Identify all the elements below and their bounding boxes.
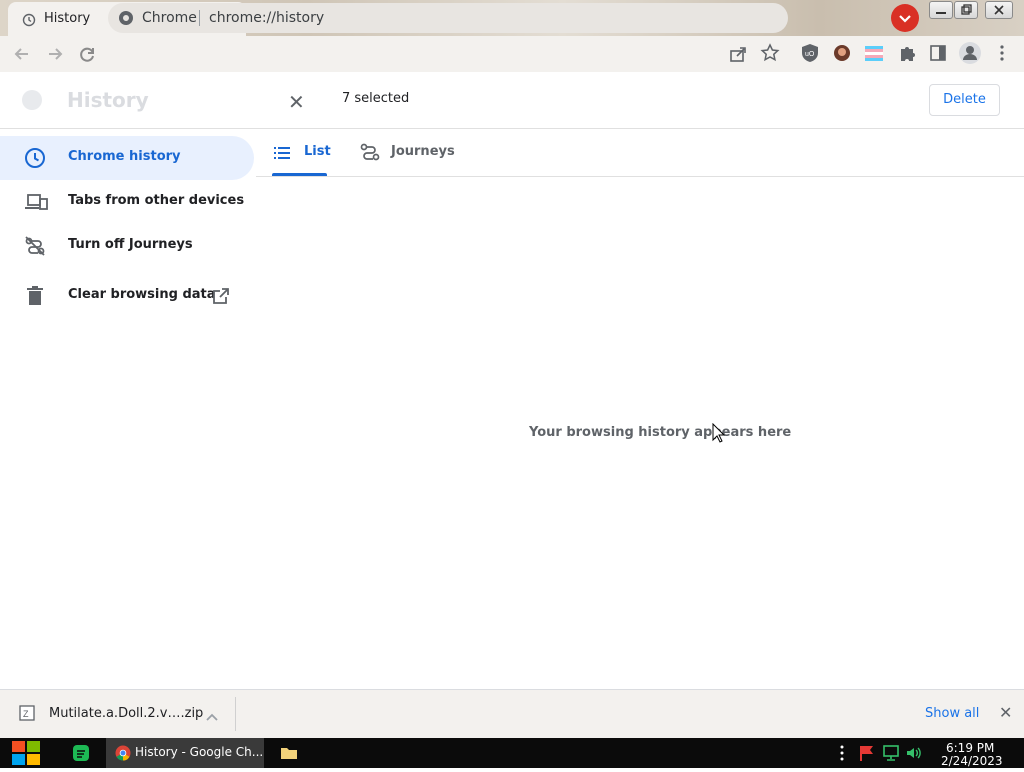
zip-file-icon: Z bbox=[18, 704, 36, 726]
chevron-down-icon bbox=[899, 15, 911, 23]
history-logo bbox=[22, 90, 42, 110]
sidebar-item-clear-browsing-data[interactable]: Clear browsing data bbox=[0, 274, 254, 318]
chrome-task-label: History - Google Ch... bbox=[135, 745, 264, 759]
window-close-button[interactable] bbox=[985, 1, 1013, 19]
profile-extension-icon[interactable] bbox=[833, 44, 851, 66]
sidebar-item-tabs-other-devices[interactable]: Tabs from other devices bbox=[0, 180, 254, 224]
history-page-header bbox=[0, 72, 1024, 129]
chrome-icon bbox=[115, 745, 131, 765]
journeys-off-icon bbox=[24, 235, 46, 261]
side-panel-icon[interactable] bbox=[929, 44, 947, 66]
extensions-puzzle-icon[interactable] bbox=[897, 43, 917, 67]
tab-label: Journeys bbox=[391, 144, 455, 159]
page-title: History bbox=[67, 88, 149, 112]
spotify-task-icon[interactable] bbox=[72, 744, 90, 766]
more-menu-icon[interactable] bbox=[995, 44, 1009, 66]
svg-text:Z: Z bbox=[23, 709, 29, 719]
clear-selection-icon[interactable]: ✕ bbox=[288, 90, 305, 114]
tab-title: History bbox=[44, 11, 91, 26]
action-center-flag-icon[interactable] bbox=[858, 744, 876, 766]
journeys-icon bbox=[360, 143, 380, 165]
mouse-cursor-icon bbox=[712, 422, 726, 447]
chevron-up-icon[interactable] bbox=[205, 708, 219, 727]
download-divider bbox=[235, 697, 236, 731]
file-explorer-icon[interactable] bbox=[280, 745, 298, 765]
reload-icon[interactable] bbox=[77, 44, 97, 68]
ublock-extension-icon[interactable]: uO bbox=[801, 43, 819, 67]
sidebar-item-label: Tabs from other devices bbox=[68, 193, 245, 208]
tab-search-button[interactable] bbox=[891, 4, 919, 32]
sidebar-item-label: Turn off Journeys bbox=[68, 237, 193, 252]
tab-journeys[interactable]: Journeys bbox=[360, 136, 460, 176]
sidebar-item-turn-off-journeys[interactable]: Turn off Journeys bbox=[0, 224, 254, 268]
clock-date[interactable]: 2/24/2023 bbox=[941, 754, 1003, 768]
tab-list[interactable]: List bbox=[272, 136, 331, 176]
profile-avatar-icon[interactable] bbox=[958, 41, 982, 69]
omnibox-url[interactable]: chrome://history bbox=[209, 10, 324, 26]
tab-divider bbox=[256, 176, 1024, 177]
volume-icon[interactable] bbox=[905, 744, 923, 766]
minimize-button[interactable] bbox=[929, 1, 953, 19]
trash-icon bbox=[24, 285, 46, 311]
flag-extension-icon[interactable] bbox=[864, 44, 884, 66]
list-icon bbox=[274, 145, 292, 164]
address-bar[interactable]: Chrome chrome://history bbox=[108, 3, 788, 33]
windows-start-icon[interactable] bbox=[10, 738, 44, 772]
share-icon[interactable] bbox=[728, 44, 748, 68]
bookmark-star-icon[interactable] bbox=[760, 43, 780, 67]
tray-overflow-icon[interactable] bbox=[838, 745, 846, 765]
forward-icon[interactable] bbox=[45, 44, 65, 68]
sidebar-item-label: Chrome history bbox=[68, 149, 181, 164]
close-download-bar-icon[interactable]: ✕ bbox=[999, 703, 1012, 722]
sidebar-item-label: Clear browsing data bbox=[68, 287, 216, 302]
tab-label: List bbox=[304, 144, 331, 159]
history-tab-icon bbox=[22, 12, 36, 31]
clock-time[interactable]: 6:19 PM bbox=[946, 741, 994, 755]
svg-text:uO: uO bbox=[805, 51, 815, 58]
chrome-site-icon bbox=[118, 10, 134, 30]
network-icon[interactable] bbox=[882, 744, 900, 766]
chrome-taskbar-button[interactable]: History - Google Ch... bbox=[106, 738, 264, 768]
clock-icon bbox=[24, 147, 46, 173]
delete-button[interactable]: Delete bbox=[929, 84, 1000, 116]
back-icon[interactable] bbox=[12, 44, 32, 68]
omnibox-divider bbox=[199, 10, 200, 26]
omnibox-site-label: Chrome bbox=[142, 10, 197, 26]
open-in-new-icon bbox=[212, 287, 230, 309]
selected-count: 7 selected bbox=[342, 91, 410, 106]
devices-icon bbox=[24, 191, 48, 217]
sidebar-item-chrome-history[interactable]: Chrome history bbox=[0, 136, 254, 180]
download-file-name[interactable]: Mutilate.a.Doll.2.v….zip bbox=[49, 706, 203, 721]
empty-history-message: Your browsing history appears here bbox=[529, 425, 792, 440]
show-all-downloads-button[interactable]: Show all bbox=[925, 706, 979, 721]
maximize-button[interactable] bbox=[954, 1, 978, 19]
